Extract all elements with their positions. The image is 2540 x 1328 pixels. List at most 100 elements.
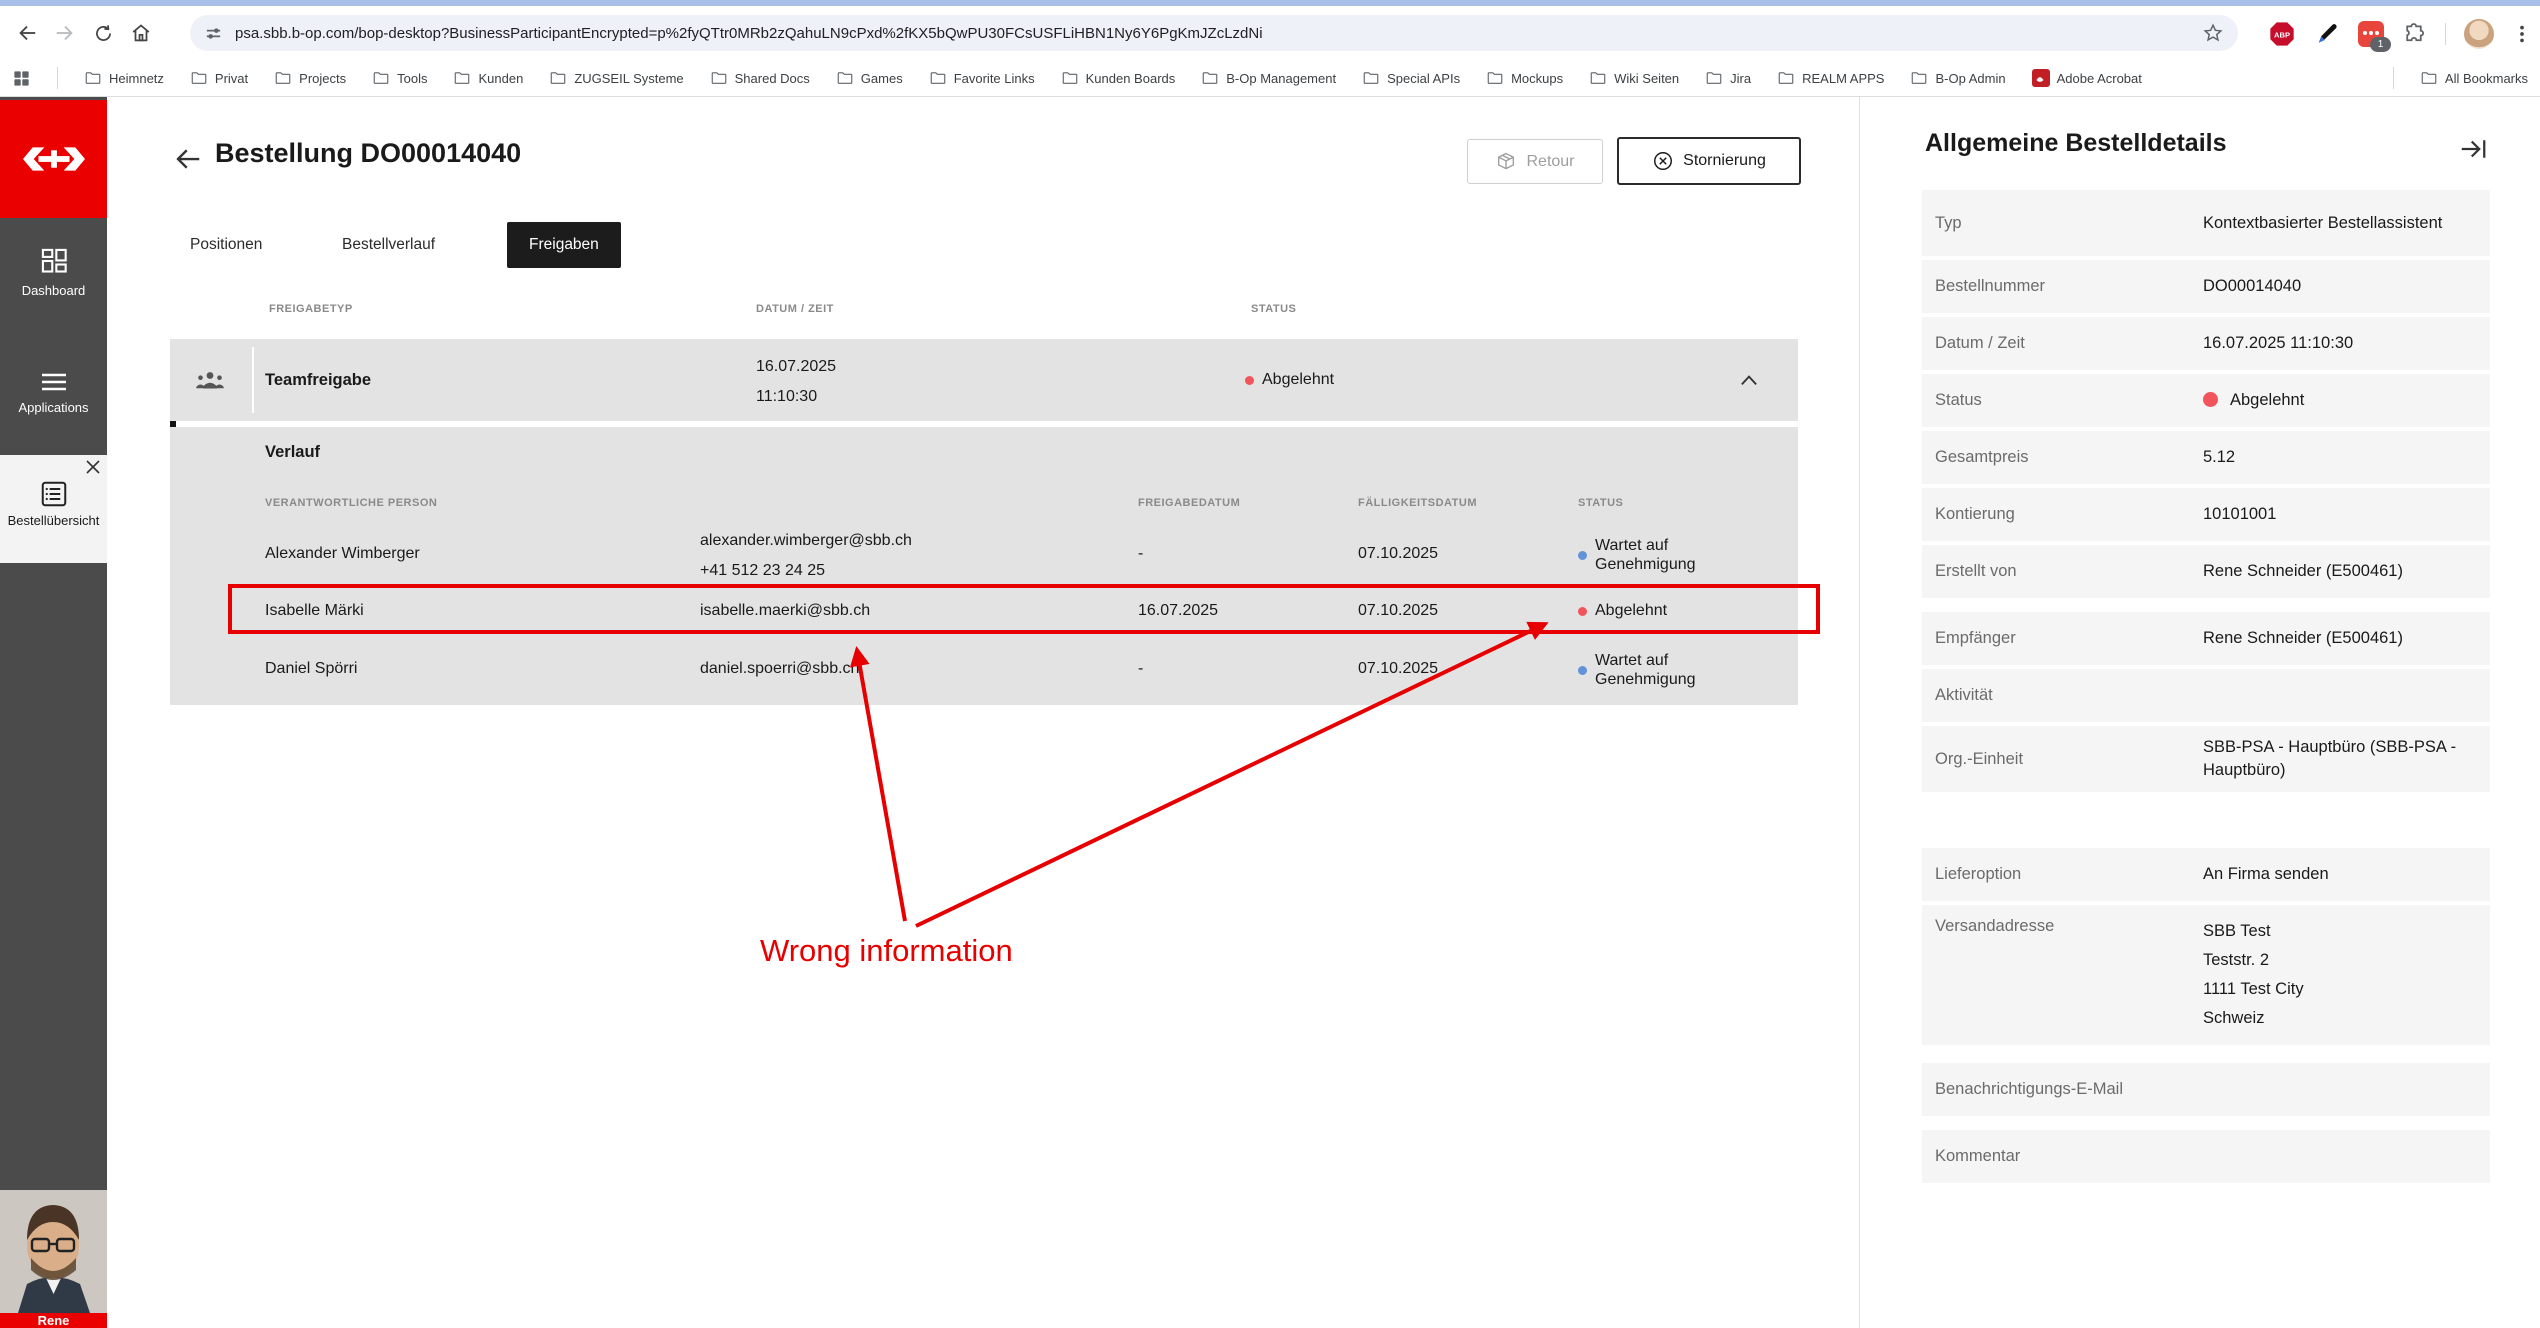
approval-group-row[interactable]: Teamfreigabe 16.07.2025 11:10:30 Abgeleh… [170,339,1798,421]
user-portrait[interactable] [0,1190,107,1313]
bookmark-item[interactable]: Shared Docs [710,69,810,87]
bookmark-item[interactable]: Jira [1705,69,1751,87]
verlauf-row: Alexander Wimberger alexander.wimberger@… [170,523,1798,587]
extensions-puzzle-icon[interactable] [2402,22,2427,47]
reload-button[interactable] [84,14,122,52]
address-line: SBB Test [2203,917,2482,946]
forward-button[interactable] [46,14,84,52]
bookmark-label: Adobe Acrobat [2057,71,2142,86]
bookmark-star-icon[interactable] [2202,22,2224,44]
all-bookmarks-button[interactable]: All Bookmarks [2420,69,2528,87]
sidebar-item-label: Bestellübersicht [0,513,107,528]
sbb-logo[interactable] [0,100,107,218]
folder-icon [836,69,854,87]
folder-icon [190,69,208,87]
sidebar-item-dashboard[interactable]: Dashboard [0,247,107,298]
detail-row: StatusAbgelehnt [1922,374,2490,427]
bookmark-label: Kunden [478,71,523,86]
bookmark-item[interactable]: B-Op Admin [1910,69,2005,87]
bookmark-item[interactable]: Privat [190,69,248,87]
tab-positionen[interactable]: Positionen [190,222,262,268]
stornierung-button[interactable]: Stornierung [1617,137,1801,185]
browser-menu-icon[interactable] [2512,23,2532,45]
return-package-icon [1495,151,1517,173]
forward-icon [54,22,76,44]
bookmark-label: Special APIs [1387,71,1460,86]
close-icon[interactable] [83,457,103,477]
bookmark-item[interactable]: Tools [372,69,427,87]
field-value: Kontextbasierter Bestellassistent [2203,212,2490,235]
folder-icon [1486,69,1504,87]
reload-icon [93,23,114,44]
group-type: Teamfreigabe [265,339,371,421]
bookmark-item[interactable]: Mockups [1486,69,1563,87]
detail-row: Aktivität [1922,669,2490,722]
browser-profile-avatar[interactable] [2464,19,2494,49]
bookmark-item[interactable]: B-Op Management [1201,69,1336,87]
detail-row: Erstellt vonRene Schneider (E500461) [1922,545,2490,598]
sidebar-item-applications[interactable]: Applications [0,372,107,415]
field-value: An Firma senden [2203,863,2490,886]
folder-icon [1589,69,1607,87]
screen: psa.sbb.b-op.com/bop-desktop?BusinessPar… [0,0,2540,1328]
cancel-circle-icon [1652,150,1674,172]
tab-freigaben[interactable]: Freigaben [507,222,621,268]
detail-row: Datum / Zeit16.07.2025 11:10:30 [1922,317,2490,370]
bookmark-item[interactable]: REALM APPS [1777,69,1884,87]
bookmark-item-adobe[interactable]: Adobe Acrobat [2032,69,2142,87]
tab-bestellverlauf[interactable]: Bestellverlauf [342,222,435,268]
page-back-button[interactable] [173,144,203,174]
field-label: Kontierung [1922,505,2203,524]
folder-icon [2420,69,2438,87]
bookmark-label: Privat [215,71,248,86]
due-date: 07.10.2025 [1358,660,1438,678]
bookmark-item[interactable]: Heimnetz [84,69,164,87]
annotation-text: Wrong information [760,933,1013,969]
field-label: Bestellnummer [1922,277,2203,296]
home-button[interactable] [122,14,160,52]
chevron-up-icon[interactable] [1740,375,1758,386]
person-phone: +41 512 23 24 25 [700,556,912,586]
folder-icon [1201,69,1219,87]
retour-button[interactable]: Retour [1467,139,1603,184]
url-text: psa.sbb.b-op.com/bop-desktop?BusinessPar… [235,25,2202,42]
x-icon [86,460,100,474]
bookmark-item[interactable]: Favorite Links [929,69,1035,87]
red-extension-icon[interactable]: 1 [2358,21,2384,47]
field-label: Gesamtpreis [1922,448,2203,467]
field-value: 10101001 [2203,503,2490,526]
column-header-freigabetyp: FREIGABETYP [269,303,353,315]
group-time: 11:10:30 [756,382,836,412]
bookmark-item[interactable]: Wiki Seiten [1589,69,1679,87]
adblock-icon[interactable]: ABP [2268,20,2296,48]
site-settings-icon[interactable] [204,24,223,43]
field-label: Erstellt von [1922,562,2203,581]
bookmark-item[interactable]: Kunden Boards [1061,69,1176,87]
bookmark-item[interactable]: Games [836,69,903,87]
address-line: 1111 Test City [2203,975,2482,1004]
bookmark-item[interactable]: Special APIs [1362,69,1460,87]
bookmark-item[interactable]: ZUGSEIL Systeme [549,69,683,87]
sidebar-item-bestelluebersicht[interactable]: Bestellübersicht [0,455,107,563]
retour-label: Retour [1526,153,1574,171]
apps-grid-icon[interactable] [12,69,31,88]
sbb-logo-icon [23,146,85,172]
field-value: SBB-PSA - Hauptbüro (SBB-PSA - Hauptbüro… [2203,736,2490,782]
folder-icon [453,69,471,87]
pen-extension-icon[interactable] [2314,21,2340,47]
team-icon [196,370,224,390]
detail-row: Kontierung10101001 [1922,488,2490,541]
bookmark-item[interactable]: Kunden [453,69,523,87]
toolbar-separator [2445,23,2446,45]
row-status: Wartet auf Genehmigung [1578,523,1727,587]
field-value: Rene Schneider (E500461) [2203,560,2490,583]
url-bar[interactable]: psa.sbb.b-op.com/bop-desktop?BusinessPar… [190,15,2238,51]
back-button[interactable] [8,14,46,52]
collapse-panel-button[interactable] [2458,134,2488,164]
detail-row: Gesamtpreis5.12 [1922,431,2490,484]
user-photo [0,1190,107,1313]
field-value: 16.07.2025 11:10:30 [2203,332,2490,355]
person-email: alexander.wimberger@sbb.ch [700,526,912,556]
bookmark-item[interactable]: Projects [274,69,346,87]
folder-icon [1910,69,1928,87]
